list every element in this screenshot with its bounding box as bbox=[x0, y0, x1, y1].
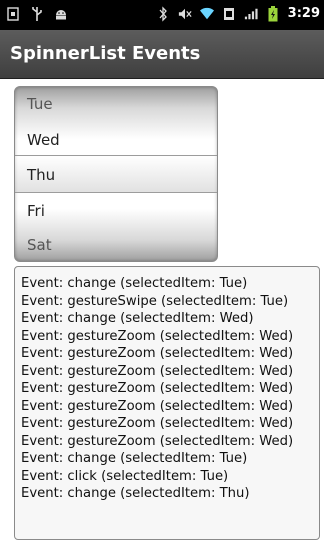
event-log-line: Event: gestureZoom (selectedItem: Wed) bbox=[21, 328, 294, 344]
event-log-line: Event: change (selectedItem: Thu) bbox=[21, 486, 250, 501]
event-log-line: Event: gestureZoom (selectedItem: Wed) bbox=[21, 381, 294, 396]
event-log-line: Event: change (selectedItem: Tue) bbox=[21, 451, 248, 466]
bluetooth-icon bbox=[156, 6, 170, 22]
event-log-line: Event: change (selectedItem: Tue) bbox=[21, 276, 248, 291]
event-log-line: Event: click (selectedItem: Tue) bbox=[21, 468, 229, 484]
event-log[interactable]: Event: change (selectedItem: Tue) Event:… bbox=[14, 266, 320, 540]
event-log-line: Event: gestureSwipe (selectedItem: Tue) bbox=[21, 293, 289, 309]
spinner-item-fri[interactable]: Fri bbox=[15, 194, 217, 228]
page-title: SpinnerList Events bbox=[10, 43, 201, 64]
battery-icon bbox=[266, 6, 280, 22]
spinner-item-wed[interactable]: Wed bbox=[15, 123, 217, 157]
sim-icon bbox=[6, 6, 20, 22]
status-bar: 3:29 bbox=[0, 0, 324, 30]
mute-icon bbox=[178, 6, 192, 22]
event-log-line: Event: gestureZoom (selectedItem: Wed) bbox=[21, 346, 294, 361]
spinner-item-tue[interactable]: Tue bbox=[15, 87, 217, 121]
title-bar: SpinnerList Events bbox=[0, 30, 324, 79]
usb-icon bbox=[30, 6, 44, 22]
wifi-icon bbox=[199, 6, 214, 22]
data-icon bbox=[222, 6, 236, 22]
event-log-line: Event: gestureZoom (selectedItem: Wed) bbox=[21, 363, 294, 379]
status-time: 3:29 bbox=[287, 6, 320, 21]
event-log-line: Event: change (selectedItem: Wed) bbox=[21, 311, 254, 326]
event-log-line: Event: gestureZoom (selectedItem: Wed) bbox=[21, 398, 294, 414]
spinner-list[interactable]: Tue Wed Thu Fri Sat bbox=[14, 86, 218, 262]
android-debug-icon bbox=[54, 6, 68, 22]
signal-icon bbox=[244, 6, 258, 22]
spinner-item-sat[interactable]: Sat bbox=[15, 228, 217, 261]
event-log-line: Event: gestureZoom (selectedItem: Wed) bbox=[21, 433, 294, 449]
spinner-item-thu[interactable]: Thu bbox=[15, 158, 217, 192]
event-log-line: Event: gestureZoom (selectedItem: Wed) bbox=[21, 416, 294, 431]
